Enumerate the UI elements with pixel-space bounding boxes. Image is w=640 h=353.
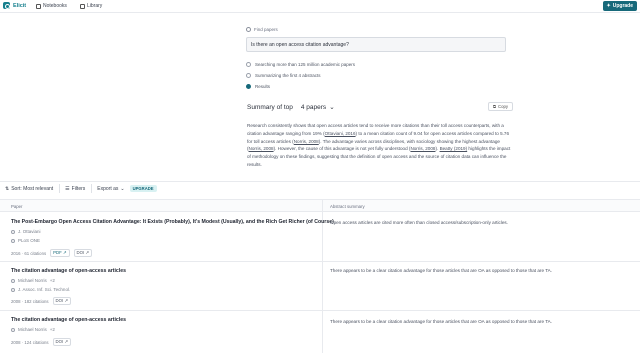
sort-label: Sort: Most relevant [11,185,54,192]
citation-link[interactable]: Norris, 2008 [410,146,435,151]
paper-venue: J. Assoc. Inf. Sci. Technol. [11,287,70,292]
summary-count-label: 4 papers [300,103,327,111]
find-papers-label: Find papers [254,27,278,32]
export-label: Export as [97,185,119,192]
paper-title[interactable]: The citation advantage of open-access ar… [11,268,126,274]
star-icon: ✦ [606,3,611,9]
paper-footer: 2016 · 61 citations PDF ↗ DOI ↗ [11,249,92,257]
step-icon [246,62,251,67]
column-abstract[interactable]: Abstract summary [330,204,365,209]
paper-title[interactable]: The Post-Embargo Open Access Citation Ad… [11,219,334,225]
author-name: J. Ottaviani [18,229,41,234]
abstract-summary: Open access articles are cited more ofte… [330,220,508,225]
column-paper[interactable]: Paper [11,204,22,209]
pdf-label: PDF [53,250,62,255]
summary-part: ). However, the cause of this advantage … [273,146,411,152]
nav-library[interactable]: Library [80,3,102,9]
year-citations: 2008 · 182 citations [11,298,49,304]
citation-link[interactable]: Beatty (2019) [440,146,468,151]
journal-icon [11,238,15,243]
paper-author: J. Ottaviani [11,229,41,234]
author-icon [11,327,15,332]
top-nav: Elicit Notebooks Library ✦ Upgrade [0,0,640,13]
doi-label: DOI [76,250,85,255]
step-icon [246,73,251,78]
query-area: Find papers Is there an open access cita… [246,27,512,92]
summary-title: Summary of top [247,103,293,111]
nav-library-label: Library [87,3,103,9]
copy-button[interactable]: ⧉ Copy [487,102,513,111]
copy-icon: ⧉ [492,104,496,109]
table-toolbar: ⇅ Sort: Most relevant ☰ Filters Export a… [0,181,640,195]
author-icon [11,229,15,234]
table-row[interactable]: The citation advantage of open-access ar… [0,311,640,353]
table-row[interactable]: The citation advantage of open-access ar… [0,262,640,311]
abstract-summary: There appears to be a clear citation adv… [330,268,552,273]
notebook-icon [36,3,41,9]
paper-venue: PLoS ONE [11,238,40,243]
doi-link[interactable]: DOI ↗ [52,297,71,305]
find-papers-row: Find papers [246,27,512,32]
paper-author: Michael Norris +2 [11,327,55,332]
doi-link[interactable]: DOI ↗ [73,249,92,257]
pdf-link[interactable]: PDF ↗ [50,249,70,257]
author-name: Michael Norris [18,327,47,332]
paper-author: Michael Norris +2 [11,278,55,283]
venue-name: J. Assoc. Inf. Sci. Technol. [18,287,71,292]
sort-icon: ⇅ [5,185,10,192]
filter-icon: ☰ [65,185,70,192]
step-label: Searching more than 125 million academic… [255,62,356,67]
journal-icon [11,287,15,292]
author-icon [11,278,15,283]
citation-link[interactable]: Norris, 2008 [249,146,274,151]
citation-link[interactable]: Norris, 2008 [294,139,319,144]
doi-label: DOI [55,339,64,344]
paper-footer: 2008 · 182 citations DOI ↗ [11,297,71,305]
sort-button[interactable]: ⇅ Sort: Most relevant [5,186,53,192]
search-icon [246,27,251,32]
upgrade-badge: UPGRADE [129,185,157,192]
nav-notebooks[interactable]: Notebooks [36,3,67,9]
table-row[interactable]: The Post-Embargo Open Access Citation Ad… [0,212,640,262]
year-citations: 2008 · 124 citations [11,339,49,345]
summary-header: Summary of top 4 papers ⌄ ⧉ Copy [247,102,513,112]
summary-text: Research consistently shows that open ac… [247,122,513,169]
chevron-down-icon: ⌄ [329,104,335,111]
nav-notebooks-label: Notebooks [43,3,67,9]
citation-link[interactable]: Ottaviani, 2016 [325,131,356,136]
step-done-icon [246,84,251,89]
logo-icon [3,2,10,9]
step-summarizing: Summarizing the first 4 abstracts [246,70,512,81]
chevron-down-icon: ⌄ [120,185,125,192]
step-label: Results [255,84,271,89]
author-name: Michael Norris [18,278,47,283]
summary-count-dropdown[interactable]: 4 papers ⌄ [300,103,335,112]
step-results: Results [246,81,512,92]
query-input[interactable]: Is there an open access citation advanta… [246,37,506,52]
toolbar-divider [91,184,93,193]
copy-label: Copy [497,104,508,109]
doi-link[interactable]: DOI ↗ [52,338,71,346]
library-icon [80,3,85,9]
export-button[interactable]: Export as ⌄ UPGRADE [97,185,157,192]
author-extra: +2 [49,278,55,283]
filters-label: Filters [71,185,86,192]
paper-footer: 2008 · 124 citations DOI ↗ [11,338,71,346]
elicit-logo[interactable]: Elicit [3,2,26,9]
author-extra: +2 [49,327,55,332]
logo-text: Elicit [13,2,27,9]
toolbar-divider [59,184,61,193]
table-header: Paper Abstract summary [0,199,640,212]
progress-steps: Searching more than 125 million academic… [246,59,512,92]
abstract-summary: There appears to be a clear citation adv… [330,319,552,324]
filters-button[interactable]: ☰ Filters [65,186,85,192]
step-label: Summarizing the first 4 abstracts [255,73,321,78]
venue-name: PLoS ONE [18,238,41,243]
paper-title[interactable]: The citation advantage of open-access ar… [11,317,126,323]
upgrade-label: Upgrade [612,3,633,9]
doi-label: DOI [55,298,64,303]
step-searching: Searching more than 125 million academic… [246,59,512,70]
upgrade-button[interactable]: ✦ Upgrade [602,1,637,11]
year-citations: 2016 · 61 citations [11,250,47,256]
